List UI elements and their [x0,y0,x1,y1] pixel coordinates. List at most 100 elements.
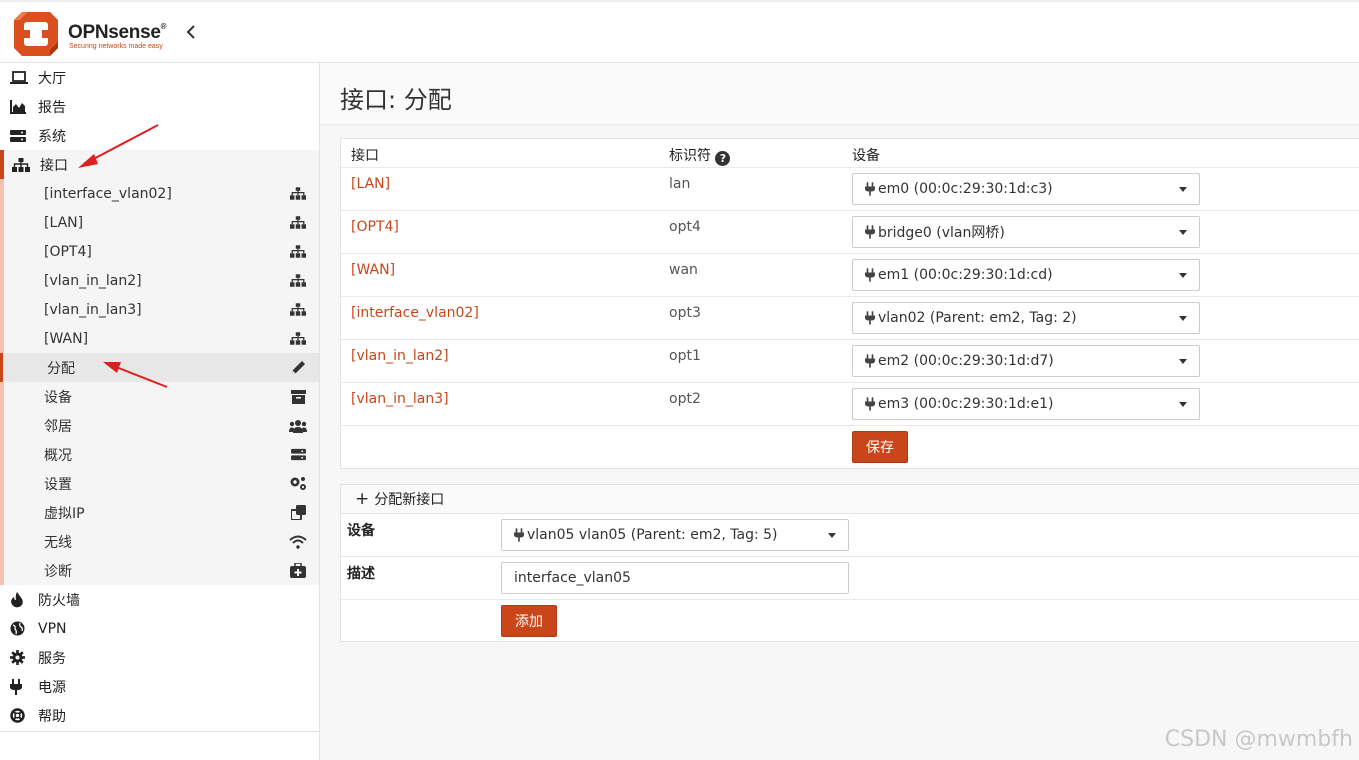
device-select-value: em3 (00:0c:29:30:1d:e1) [878,396,1054,412]
sidebar-subitem-label: [vlan_in_lan3] [44,301,142,318]
plug-icon [865,268,875,282]
cogs-icon [289,476,307,492]
chevron-left-icon[interactable] [186,24,196,45]
sidebar-item-firewall[interactable]: 防火墙 [0,585,319,614]
sitemap-icon [289,302,307,318]
device-select-value: em2 (00:0c:29:30:1d:d7) [878,353,1054,369]
sidebar-item-system[interactable]: 系统 [0,121,319,150]
device-select[interactable]: em3 (00:0c:29:30:1d:e1) [852,388,1200,420]
server-icon [10,128,30,144]
interface-link[interactable]: [vlan_in_lan2] [351,348,449,364]
form-row-device: 设备 vlan05 vlan05 (Parent: em2, Tag: 5) [341,514,1359,557]
top-bar: OPNsense® Securing networks made easy [0,0,1359,63]
brand-name: OPNsense® [68,22,167,43]
caret-down-icon [1179,359,1187,364]
sidebar-item-label: 帮助 [38,708,66,725]
identifier-value: opt1 [669,348,701,364]
sidebar-item-services[interactable]: 服务 [0,643,319,672]
sidebar-item-help[interactable]: 帮助 [0,701,319,730]
sidebar-subitem-assignments[interactable]: 分配 [0,353,319,382]
lifebuoy-icon [10,708,30,724]
sidebar-subitem-label: [WAN] [44,330,89,347]
table-header-row: 接口 标识符 ? 设备 [341,139,1359,168]
sidebar-item-reports[interactable]: 报告 [0,92,319,121]
sidebar-subitem-lan[interactable]: [LAN] [4,208,319,237]
caret-down-icon [828,533,836,538]
sitemap-icon [289,215,307,231]
add-button[interactable]: 添加 [501,605,557,637]
description-input[interactable]: interface_vlan05 [501,562,849,594]
sidebar-subitem-neighbors[interactable]: 邻居 [4,411,319,440]
sidebar-subitem-label: 虚拟IP [44,505,85,522]
sidebar-item-lobby[interactable]: 大厅 [0,63,319,92]
column-header-interface: 接口 [351,148,379,164]
table-row: [vlan_in_lan2] opt1 em2 (00:0c:29:30:1d:… [341,340,1359,383]
device-select[interactable]: em0 (00:0c:29:30:1d:c3) [852,173,1200,205]
identifier-value: opt2 [669,391,701,407]
sidebar-subitem-label: [vlan_in_lan2] [44,272,142,289]
identifier-value: lan [669,176,691,192]
caret-down-icon [1179,402,1187,407]
sidebar-item-power[interactable]: 电源 [0,672,319,701]
assign-new-header: + 分配新接口 [341,485,1359,514]
save-button[interactable]: 保存 [852,431,908,463]
medkit-icon [289,563,307,579]
sidebar-subitem-interface-vlan02[interactable]: [interface_vlan02] [4,179,319,208]
interface-link[interactable]: [vlan_in_lan3] [351,391,449,407]
caret-down-icon [1179,187,1187,192]
page-title: 接口: 分配 [340,86,452,114]
interface-link[interactable]: [LAN] [351,176,390,192]
brand-tagline: Securing networks made easy [69,43,163,50]
interface-link[interactable]: [OPT4] [351,219,399,235]
sidebar-subitem-label: 概况 [44,447,72,464]
form-row-description: 描述 interface_vlan05 [341,557,1359,600]
sidebar: 大厅 报告 系统 接口 [interface_vlan02] [LAN] [OP… [0,63,320,760]
assign-new-panel: + 分配新接口 设备 vlan05 vlan05 (Parent: em2, T… [340,484,1359,642]
sidebar-subitem-label: 诊断 [44,563,72,580]
device-select[interactable]: em2 (00:0c:29:30:1d:d7) [852,345,1200,377]
interface-link[interactable]: [interface_vlan02] [351,305,479,321]
device-select[interactable]: em1 (00:0c:29:30:1d:cd) [852,259,1200,291]
interface-link[interactable]: [WAN] [351,262,395,278]
plug-icon [865,182,875,196]
sidebar-subitem-overview[interactable]: 概况 [4,440,319,469]
sidebar-subitem-vlan-in-lan2[interactable]: [vlan_in_lan2] [4,266,319,295]
globe-icon [10,621,30,637]
table-row: [LAN] lan em0 (00:0c:29:30:1d:c3) [341,168,1359,211]
sidebar-subitem-opt4[interactable]: [OPT4] [4,237,319,266]
fire-icon [10,591,30,608]
sidebar-subitem-label: [OPT4] [44,243,92,260]
help-icon[interactable]: ? [715,151,731,166]
sidebar-subitem-label: 邻居 [44,418,72,435]
description-label: 描述 [347,566,375,582]
sidebar-item-label: VPN [38,620,67,637]
sidebar-subitem-settings[interactable]: 设置 [4,469,319,498]
sitemap-icon [289,186,307,202]
sidebar-item-label: 接口 [40,157,68,174]
chart-area-icon [10,99,30,115]
sidebar-subitem-wan[interactable]: [WAN] [4,324,319,353]
sidebar-item-vpn[interactable]: VPN [0,614,319,643]
sidebar-subitem-label: 设置 [44,476,72,493]
device-select[interactable]: bridge0 (vlan网桥) [852,216,1200,248]
wifi-icon [289,534,307,550]
plus-icon: + [355,489,370,509]
sidebar-subitem-diagnostics[interactable]: 诊断 [4,556,319,585]
sidebar-subitem-virtual-ip[interactable]: 虚拟IP [4,498,319,527]
table-row: [OPT4] opt4 bridge0 (vlan网桥) [341,211,1359,254]
device-label: 设备 [347,523,375,539]
device-select-value: em0 (00:0c:29:30:1d:c3) [878,181,1053,197]
column-header-identifier: 标识符 ? [669,145,731,166]
sidebar-item-label: 防火墙 [38,592,80,609]
sidebar-subitem-vlan-in-lan3[interactable]: [vlan_in_lan3] [4,295,319,324]
server-icon [289,447,307,463]
sitemap-icon [289,331,307,347]
plug-icon [865,354,875,368]
new-device-select[interactable]: vlan05 vlan05 (Parent: em2, Tag: 5) [501,519,849,551]
pencil-icon [289,360,307,376]
device-select[interactable]: vlan02 (Parent: em2, Tag: 2) [852,302,1200,334]
opnsense-logo-icon[interactable] [12,10,60,58]
sidebar-item-interfaces[interactable]: 接口 [0,150,319,179]
sidebar-subitem-devices[interactable]: 设备 [4,382,319,411]
sidebar-subitem-wireless[interactable]: 无线 [4,527,319,556]
